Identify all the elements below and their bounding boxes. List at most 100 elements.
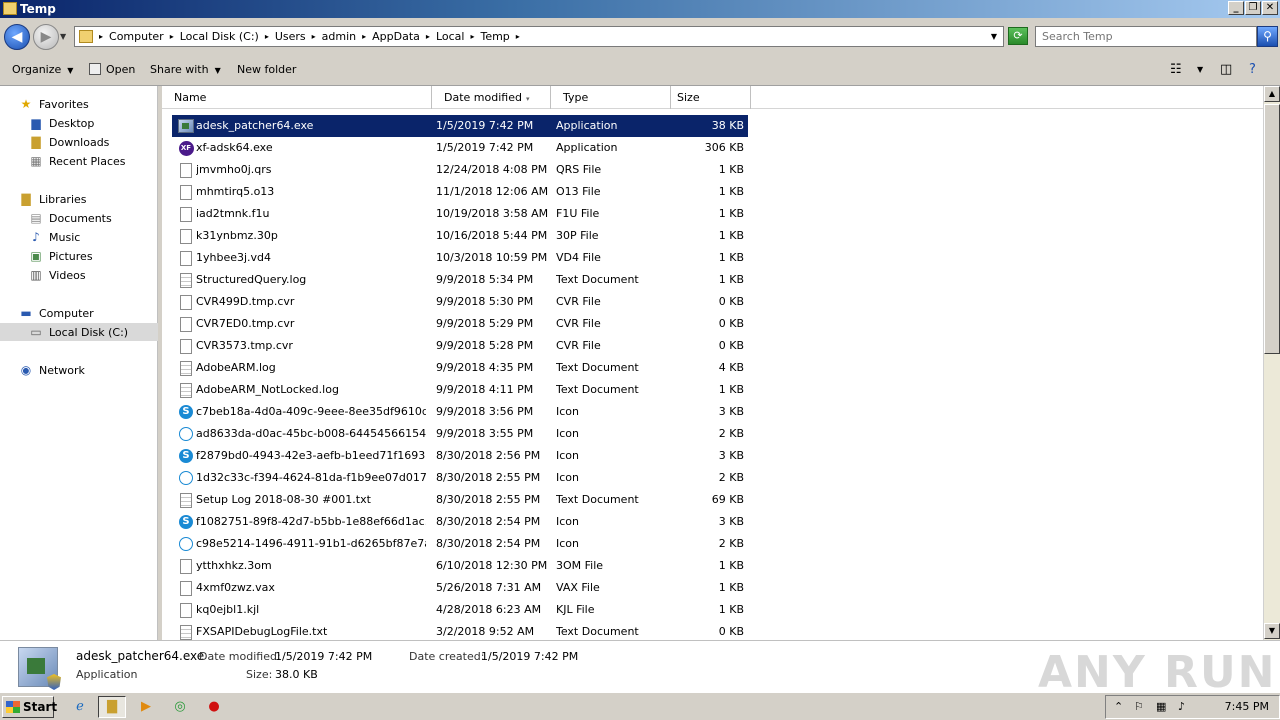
file-row[interactable]: Setup Log 2018-08-30 #001.txt 8/30/2018 2… xyxy=(172,489,748,511)
breadcrumb-item[interactable]: admin ▸ xyxy=(322,30,372,43)
refresh-button[interactable]: ⟳ xyxy=(1008,27,1028,45)
file-row[interactable]: mhmtirq5.o13 11/1/2018 12:06 AM O13 File 1 … xyxy=(172,181,748,203)
chevron-right-icon[interactable]: ▸ xyxy=(265,32,269,41)
minimize-button[interactable]: _ xyxy=(1228,1,1244,15)
breadcrumb-root-arrow[interactable]: ▸ xyxy=(99,32,109,41)
file-row[interactable]: 1d32c33c-f394-4624-81da-f1b9ee07d017.t..… xyxy=(172,467,748,489)
breadcrumb-item[interactable]: Local ▸ xyxy=(436,30,481,43)
file-icon xyxy=(178,228,194,244)
file-row[interactable]: adesk_patcher64.exe 1/5/2019 7:42 PM Appli… xyxy=(172,115,748,137)
new-folder-button[interactable]: New folder xyxy=(237,63,296,76)
nav-desktop[interactable]: ▆ Desktop xyxy=(28,114,94,132)
file-type: Icon xyxy=(556,537,579,550)
nav-network[interactable]: ◉ Network xyxy=(18,361,85,379)
nav-label: Local Disk (C:) xyxy=(49,325,129,339)
organize-button[interactable]: Organize ▼ xyxy=(12,63,73,76)
file-date-modified: 1/5/2019 7:42 PM xyxy=(436,141,534,154)
downloads-icon: ▇ xyxy=(31,135,41,149)
address-dropdown[interactable]: ▼ xyxy=(991,32,997,41)
file-row[interactable]: iad2tmnk.f1u 10/19/2018 3:58 AM F1U File 1 … xyxy=(172,203,748,225)
details-created-label: Date created: xyxy=(409,650,485,663)
clock[interactable]: 7:45 PM xyxy=(1225,700,1269,713)
file-row[interactable]: XF xf-adsk64.exe 1/5/2019 7:42 PM Applicati… xyxy=(172,137,748,159)
forward-button[interactable]: ▶ xyxy=(33,24,59,50)
nav-computer[interactable]: ▬ Computer xyxy=(18,304,93,322)
scroll-down-button[interactable]: ▼ xyxy=(1264,623,1280,639)
chevron-right-icon[interactable]: ▸ xyxy=(426,32,430,41)
recent-pages-dropdown[interactable]: ▼ xyxy=(60,32,66,41)
file-row[interactable]: Sf2879bd0-4943-42e3-aefb-b1eed71f1693.t.… xyxy=(172,445,748,467)
back-button[interactable]: ◀ xyxy=(4,24,30,50)
file-type: Icon xyxy=(556,405,579,418)
file-row[interactable]: AdobeARM.log 9/9/2018 4:35 PM Text Documen… xyxy=(172,357,748,379)
file-row[interactable]: kq0ejbl1.kjl 4/28/2018 6:23 AM KJL File 1 K… xyxy=(172,599,748,621)
chevron-right-icon[interactable]: ▸ xyxy=(516,32,520,41)
scroll-up-button[interactable]: ▲ xyxy=(1264,86,1280,102)
file-row[interactable]: ad8633da-d0ac-45bc-b008-644545661546.t..… xyxy=(172,423,748,445)
nav-recent-places[interactable]: ▦ Recent Places xyxy=(28,152,125,170)
column-size[interactable]: Size xyxy=(671,86,751,109)
help-icon[interactable]: ? xyxy=(1249,62,1256,77)
view-options-icon[interactable]: ☷ xyxy=(1170,62,1182,77)
column-date-modified[interactable]: Date modified ▾ xyxy=(432,86,551,109)
open-button[interactable]: Open xyxy=(89,63,135,76)
file-row[interactable]: StructuredQuery.log 9/9/2018 5:34 PM Text … xyxy=(172,269,748,291)
nav-local-disk[interactable]: ▭ Local Disk (C:) xyxy=(0,323,158,341)
breadcrumb-item[interactable]: Local Disk (C:) ▸ xyxy=(180,30,275,43)
explorer-taskbar-button[interactable]: ▇ xyxy=(98,696,126,718)
preview-pane-icon[interactable]: ◫ xyxy=(1220,62,1232,77)
file-row[interactable]: Sc7beb18a-4d0a-409c-9eee-8ee35df9610d.t.… xyxy=(172,401,748,423)
file-row[interactable]: 4xmf0zwz.vax 5/26/2018 7:31 AM VAX File 1 K… xyxy=(172,577,748,599)
breadcrumb-item[interactable]: AppData ▸ xyxy=(372,30,436,43)
search-input[interactable] xyxy=(1036,27,1256,46)
file-row[interactable]: c98e5214-1496-4911-91b1-d6265bf87e7a.t..… xyxy=(172,533,748,555)
file-size: 1 KB xyxy=(718,229,744,242)
nav-pictures[interactable]: ▣ Pictures xyxy=(28,247,92,265)
close-button[interactable]: ✕ xyxy=(1262,1,1278,15)
column-name[interactable]: Name xyxy=(162,86,432,109)
chevron-right-icon[interactable]: ▸ xyxy=(312,32,316,41)
nav-videos[interactable]: ▥ Videos xyxy=(28,266,85,284)
file-row[interactable]: CVR7ED0.tmp.cvr 9/9/2018 5:29 PM CVR File 0… xyxy=(172,313,748,335)
file-row[interactable]: jmvmho0j.qrs 12/24/2018 4:08 PM QRS File 1 … xyxy=(172,159,748,181)
file-row[interactable]: k31ynbmz.30p 10/16/2018 5:44 PM 30P File 1 … xyxy=(172,225,748,247)
media-player-icon[interactable]: ▶ xyxy=(132,696,160,718)
maximize-button[interactable]: ❐ xyxy=(1245,1,1261,15)
nav-music[interactable]: ♪ Music xyxy=(28,228,80,246)
computer-icon: ▬ xyxy=(20,306,32,320)
column-type[interactable]: Type xyxy=(551,86,671,109)
nav-libraries[interactable]: ▇ Libraries xyxy=(18,190,86,208)
file-row[interactable]: CVR3573.tmp.cvr 9/9/2018 5:28 PM CVR File 0… xyxy=(172,335,748,357)
network-tray-icon[interactable]: ▦ xyxy=(1156,700,1166,713)
start-button[interactable]: Start xyxy=(2,696,57,718)
file-row[interactable]: CVR499D.tmp.cvr 9/9/2018 5:30 PM CVR File 0… xyxy=(172,291,748,313)
share-with-button[interactable]: Share with ▼ xyxy=(150,63,221,76)
file-row[interactable]: Sf1082751-89f8-42d7-b5bb-1e88ef66d1ac.t.… xyxy=(172,511,748,533)
breadcrumb-item[interactable]: Users ▸ xyxy=(275,30,322,43)
security-app-icon[interactable]: ● xyxy=(200,696,228,718)
show-hidden-icons[interactable]: ⌃ xyxy=(1114,700,1123,713)
file-row[interactable]: 1yhbee3j.vd4 10/3/2018 10:59 PM VD4 File 1 … xyxy=(172,247,748,269)
file-row[interactable]: ytthxhkz.3om 6/10/2018 12:30 PM 3OM File 1 … xyxy=(172,555,748,577)
view-dropdown[interactable]: ▼ xyxy=(1197,65,1203,74)
address-box[interactable]: ▸ Computer ▸ Local Disk (C:) ▸ Users ▸ admin ▸ Ap… xyxy=(74,26,1004,47)
file-row[interactable]: AdobeARM_NotLocked.log 9/9/2018 4:11 PM Te… xyxy=(172,379,748,401)
internet-explorer-icon[interactable]: ℯ xyxy=(66,696,94,718)
chevron-right-icon[interactable]: ▸ xyxy=(470,32,474,41)
vertical-scrollbar[interactable]: ▲ ▼ xyxy=(1263,86,1280,640)
chevron-right-icon[interactable]: ▸ xyxy=(170,32,174,41)
action-center-flag-icon[interactable]: ⚐ xyxy=(1134,700,1144,713)
search-field[interactable] xyxy=(1035,26,1257,47)
chevron-right-icon[interactable]: ▸ xyxy=(362,32,366,41)
search-icon[interactable]: ⚲ xyxy=(1257,26,1278,47)
file-row[interactable]: FXSAPIDebugLogFile.txt 3/2/2018 9:52 AM Te… xyxy=(172,621,748,640)
breadcrumb-item[interactable]: Temp ▸ xyxy=(480,30,525,43)
nav-favorites[interactable]: ★ Favorites xyxy=(18,95,89,113)
chrome-icon[interactable]: ◎ xyxy=(166,696,194,718)
breadcrumb-item[interactable]: Computer ▸ xyxy=(109,30,180,43)
file-type: CVR File xyxy=(556,317,601,330)
volume-icon[interactable]: ♪ xyxy=(1178,700,1185,713)
scroll-thumb[interactable] xyxy=(1264,104,1280,354)
nav-downloads[interactable]: ▇ Downloads xyxy=(28,133,109,151)
nav-documents[interactable]: ▤ Documents xyxy=(28,209,111,227)
